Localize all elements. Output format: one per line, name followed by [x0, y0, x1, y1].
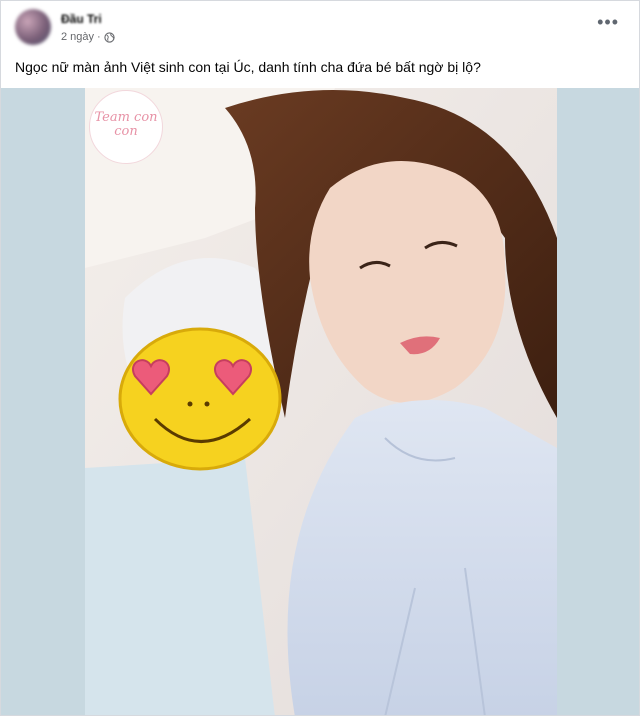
- baby-blanket: [85, 458, 275, 715]
- heart-eyes-smiley-icon: [118, 327, 282, 471]
- post-time[interactable]: 2 ngày: [61, 31, 94, 43]
- post-media[interactable]: Team con con: [1, 88, 639, 715]
- author-avatar[interactable]: [15, 9, 51, 45]
- facebook-post-card: Đầu Tri 2 ngày · ••• Ngọc nữ màn ảnh Việ…: [0, 0, 640, 716]
- meta-separator: ·: [97, 31, 101, 43]
- author-name[interactable]: Đầu Tri: [61, 12, 102, 26]
- post-photo[interactable]: Team con con: [85, 88, 557, 715]
- watermark-logo: Team con con: [89, 90, 163, 164]
- watermark-text: Team con con: [94, 110, 158, 139]
- globe-icon: [104, 31, 115, 43]
- more-options-button[interactable]: •••: [597, 13, 619, 31]
- post-caption: Ngọc nữ màn ảnh Việt sinh con tại Úc, da…: [15, 59, 481, 75]
- post-header: Đầu Tri 2 ngày · •••: [1, 1, 639, 53]
- post-meta: 2 ngày ·: [61, 31, 115, 43]
